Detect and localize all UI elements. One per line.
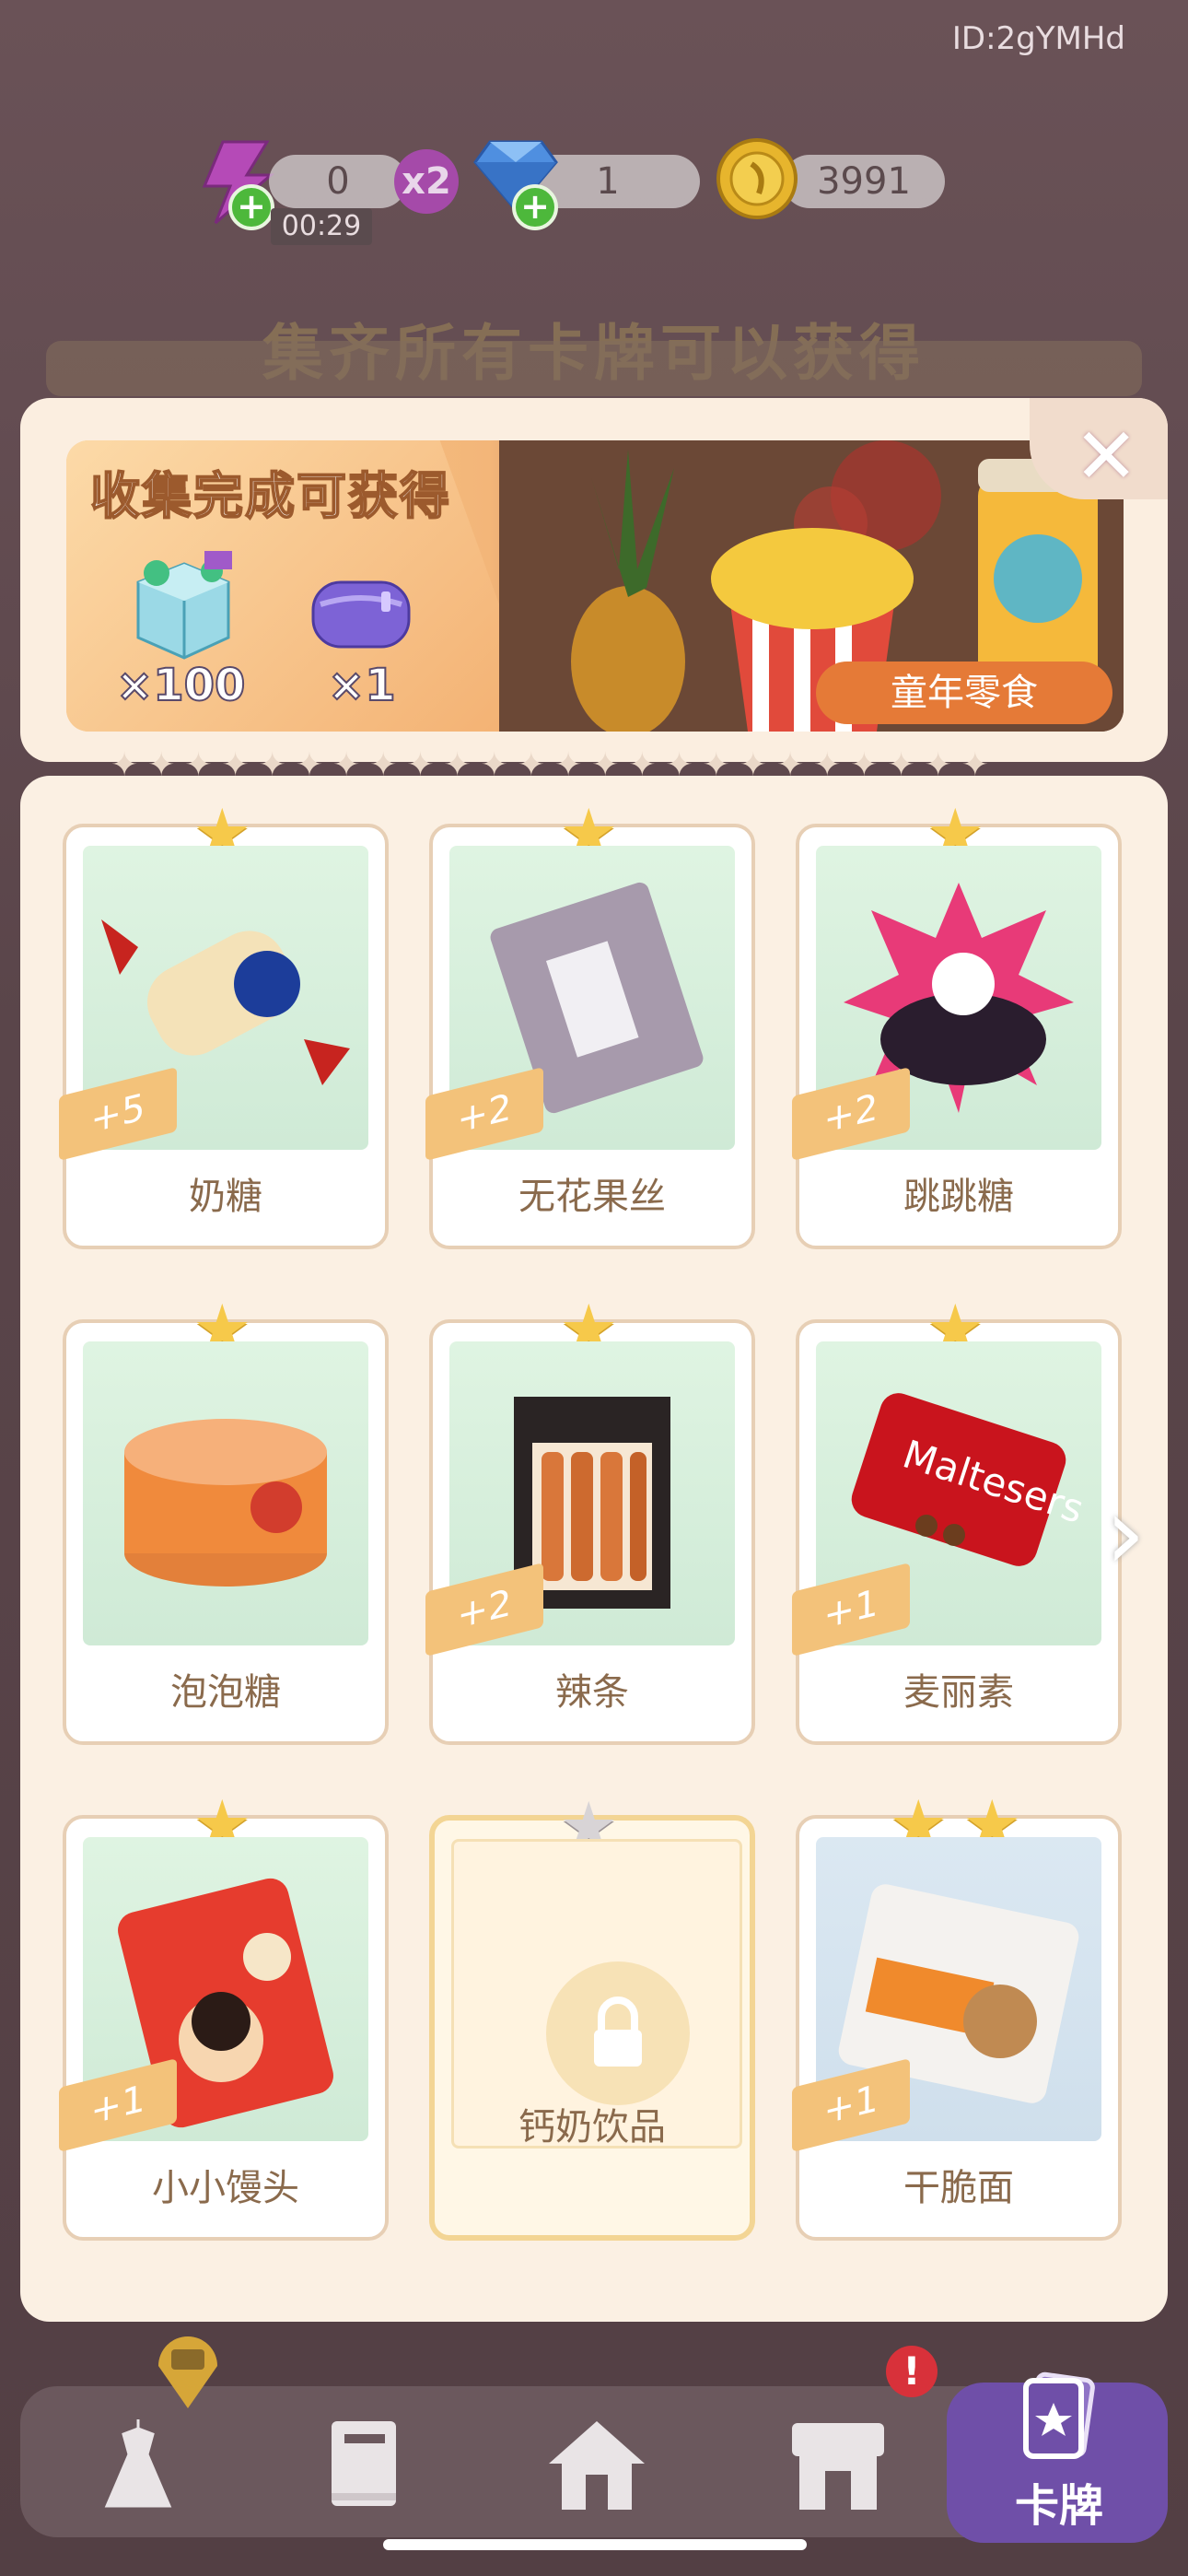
nav-home[interactable]	[477, 2386, 698, 2537]
collection-name-tag: 童年零食	[816, 662, 1112, 724]
card-name: 干脆面	[903, 2167, 1014, 2209]
close-button[interactable]: ✕	[1030, 398, 1168, 501]
home-icon	[549, 2421, 645, 2510]
coin-icon	[716, 138, 798, 219]
card-crispy-noodles[interactable]: ★ ★ +1 干脆面	[792, 1791, 1122, 2241]
card-name: 无花果丝	[518, 1176, 666, 1218]
card-fig-shreds[interactable]: ★ +2 无花果丝	[425, 800, 755, 1249]
nav-book[interactable]	[252, 2386, 473, 2537]
bubble-gum-icon	[124, 1419, 327, 1587]
home-indicator[interactable]	[383, 2539, 807, 2550]
shop-alert-badge: !	[886, 2346, 938, 2397]
card-baby-buns[interactable]: ★ +1 小小馒头	[59, 1791, 389, 2241]
card-calcium-milk-drink-locked[interactable]: ★ 钙奶饮品	[429, 1793, 755, 2241]
energy-multiplier: x2	[394, 149, 459, 214]
nav-shop[interactable]	[718, 2386, 939, 2537]
card-art	[83, 1341, 368, 1645]
add-energy-icon[interactable]: +	[228, 184, 274, 230]
nav-dress[interactable]	[28, 2386, 249, 2537]
lock-icon	[546, 1961, 690, 2105]
user-id-label: ID:2gYMHd	[951, 20, 1125, 57]
background-strip	[46, 341, 1142, 396]
card-icon	[1023, 2371, 1095, 2459]
reward-pouch-count: ×1	[327, 659, 397, 712]
shop-icon	[792, 2423, 884, 2510]
close-icon: ✕	[1074, 411, 1139, 501]
card-name: 小小馒头	[152, 2167, 299, 2209]
card-name: 辣条	[555, 1671, 629, 1714]
card-name: 钙奶饮品	[518, 2106, 666, 2149]
banner-title: 收集完成可获得	[89, 466, 451, 526]
gem-crate-icon	[136, 551, 232, 660]
card-name: 跳跳糖	[903, 1176, 1014, 1218]
energy-value: 0	[269, 155, 407, 208]
book-icon	[332, 2421, 396, 2506]
card-bubble-gum[interactable]: ★ 泡泡糖	[63, 1295, 389, 1745]
coins-value: 3991	[783, 155, 945, 208]
card-name: 麦丽素	[903, 1671, 1014, 1714]
next-page-arrow-icon[interactable]: ›	[1105, 1474, 1146, 1592]
reward-gem-count: ×100	[115, 659, 246, 712]
nav-cards-label: 卡牌	[1014, 2480, 1103, 2532]
card-name: 奶糖	[189, 1176, 262, 1218]
card-name: 泡泡糖	[170, 1671, 281, 1714]
dress-icon	[104, 2419, 172, 2508]
card-spicy-strip[interactable]: ★ +2 辣条	[425, 1295, 755, 1745]
energy-timer: 00:29	[271, 208, 372, 245]
card-popping-candy[interactable]: ★ +2 跳跳糖	[792, 800, 1122, 1249]
card-milk-candy[interactable]: ★ +5 奶糖	[59, 800, 389, 1249]
purple-pouch-icon	[311, 580, 411, 649]
card-maltesers[interactable]: ★ Maltesers +1 麦丽素	[792, 1295, 1122, 1745]
add-gems-icon[interactable]: +	[512, 184, 558, 230]
